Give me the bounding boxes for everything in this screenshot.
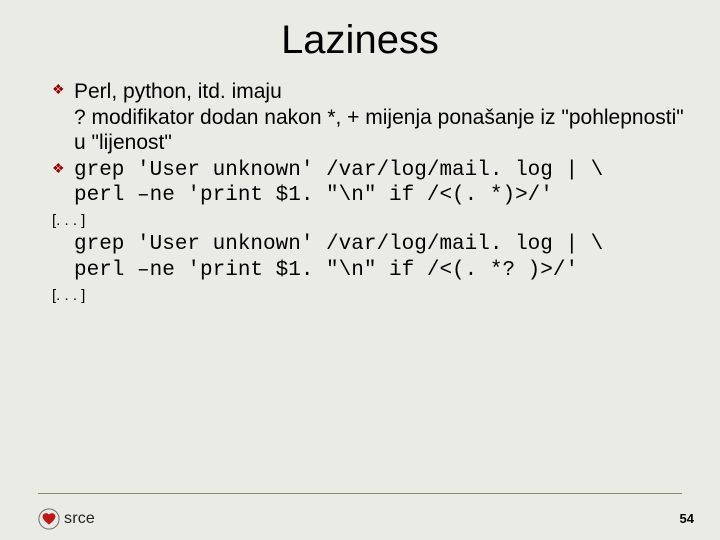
horizontal-rule — [38, 493, 682, 494]
brand-text: srce — [64, 510, 95, 528]
ellipsis-text: [. . . ] — [52, 287, 684, 305]
slide-content: Perl, python, itd. imaju ? modifikator d… — [0, 71, 720, 305]
code-block: grep 'User unknown' /var/log/mail. log |… — [52, 232, 684, 283]
bullet-item: Perl, python, itd. imaju ? modifikator d… — [52, 79, 684, 156]
page-number: 54 — [680, 511, 694, 526]
code-block: grep 'User unknown' /var/log/mail. log |… — [74, 158, 684, 209]
srce-logo-icon — [38, 508, 60, 530]
slide: Laziness Perl, python, itd. imaju ? modi… — [0, 0, 720, 540]
ellipsis-text: [. . . ] — [52, 212, 684, 230]
footer: srce — [38, 508, 95, 530]
bullet-item: grep 'User unknown' /var/log/mail. log |… — [52, 158, 684, 209]
slide-title: Laziness — [0, 0, 720, 71]
bullet-text: Perl, python, itd. imaju ? modifikator d… — [74, 80, 684, 154]
